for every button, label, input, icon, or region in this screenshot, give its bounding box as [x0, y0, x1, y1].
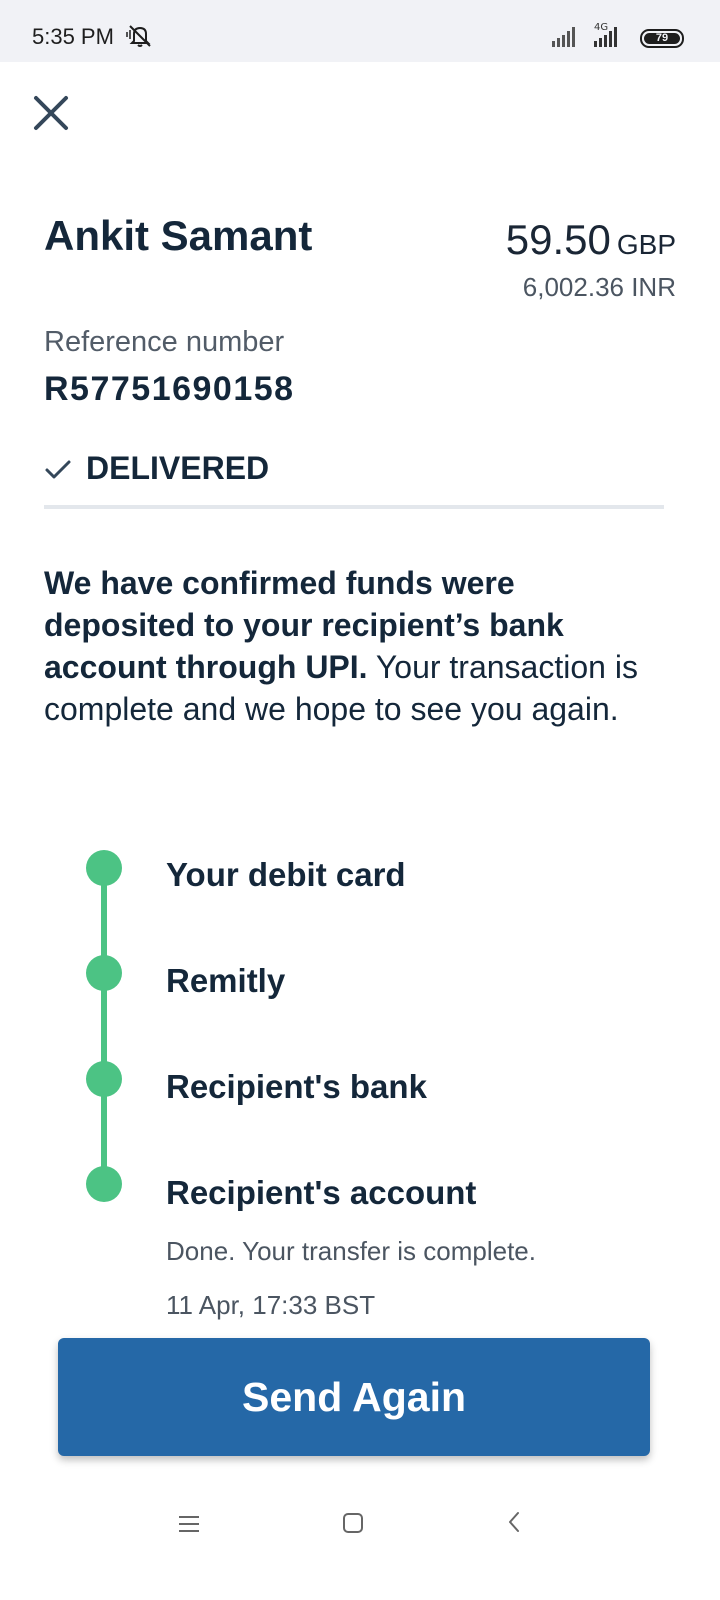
timeline-step-recipient-account: Recipient's account	[166, 1174, 477, 1211]
status-text: DELIVERED	[86, 450, 270, 486]
signal-icon	[552, 27, 575, 47]
reference-label: Reference number	[44, 326, 285, 358]
send-currency: GBP	[616, 229, 676, 260]
close-icon[interactable]	[28, 90, 74, 136]
mute-icon	[126, 25, 151, 47]
divider	[44, 505, 664, 509]
timeline-step-recipient-bank: Recipient's bank	[166, 1068, 427, 1105]
timeline-dot	[86, 1061, 122, 1097]
timeline-dot	[86, 955, 122, 991]
received-amount: 6,002.36 INR	[522, 272, 676, 302]
timeline-dot	[86, 1166, 122, 1202]
status-bar: 5:35 PM 4G 79	[0, 0, 720, 62]
battery-level: 79	[644, 33, 680, 44]
send-again-button[interactable]: Send Again	[58, 1338, 650, 1456]
delivery-status: DELIVERED	[44, 450, 269, 487]
timeline-step-detail: Done. Your transfer is complete.	[166, 1236, 536, 1266]
timeline-step-timestamp: 11 Apr, 17:33 BST	[166, 1290, 376, 1320]
recipient-name: Ankit Samant	[44, 212, 313, 259]
check-icon	[45, 460, 71, 478]
send-again-label: Send Again	[242, 1373, 466, 1420]
timeline-step-debit-card: Your debit card	[166, 856, 406, 893]
reference-number: R57751690158	[44, 370, 295, 408]
timeline-dot	[86, 850, 122, 886]
home-icon[interactable]	[342, 1512, 364, 1534]
timeline-line	[101, 868, 107, 1186]
confirmation-message: We have confirmed funds were deposited t…	[44, 562, 674, 730]
status-time: 5:35 PM	[32, 24, 114, 49]
battery-icon: 79	[640, 29, 684, 48]
amount-row: 59.50 GBP	[506, 216, 676, 264]
signal-4g-icon	[594, 27, 617, 47]
menu-icon[interactable]	[178, 1514, 200, 1534]
nav-bar	[0, 1480, 720, 1600]
back-icon[interactable]	[506, 1510, 522, 1534]
timeline-step-remitly: Remitly	[166, 962, 286, 999]
send-amount: 59.50	[505, 216, 611, 263]
